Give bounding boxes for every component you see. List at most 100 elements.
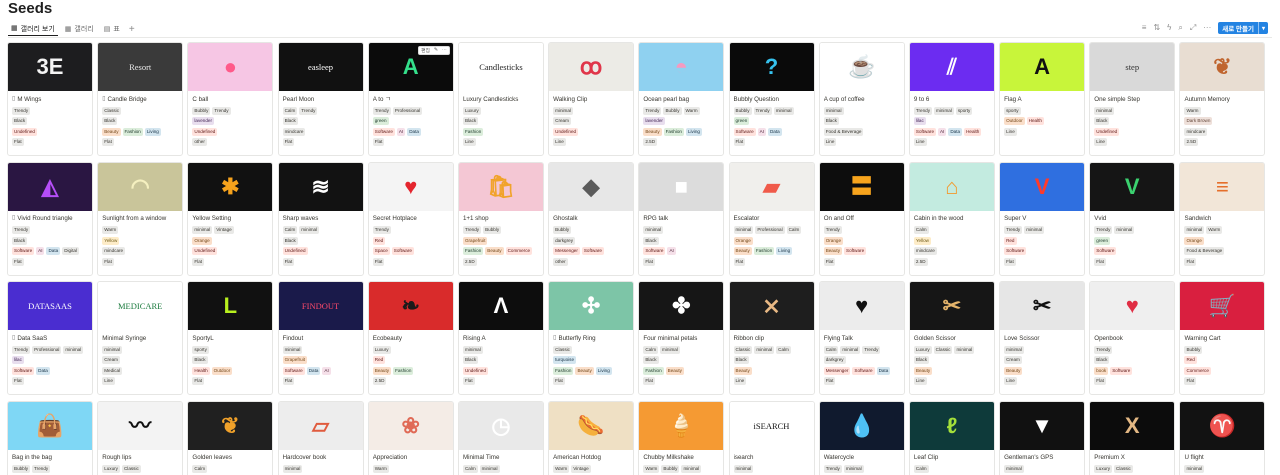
gallery-card[interactable]: ⨯ Ribbon clip Classic minimal Calm Black Beaut… (728, 281, 815, 395)
gallery-card[interactable]: Λ Rising A minimal Black Undefined Flat (457, 281, 544, 395)
gallery-card[interactable]: V Vvid Trendy minimal green Software Flat (1089, 161, 1176, 276)
document-icon: ▯ (12, 334, 16, 341)
gallery-card[interactable]: Candlesticks Luxury Candlesticks Luxury Bla… (457, 42, 544, 156)
gallery-card[interactable]: 🛍 1+1 shop Trendy Bubbly Grapefruit Fashion Be… (457, 161, 544, 276)
gallery-card[interactable]: ☕ A cup of coffee minimal Black Food & Bever… (818, 42, 905, 156)
gallery-card[interactable]: ⌂ Cabin in the wood Calm Yellow mindcare 2.5D (908, 161, 995, 276)
gallery-card[interactable]: ◓ Ocean pearl bag Trendy Bubbly Warm lavender… (638, 42, 725, 156)
tag-row: Dark Brown (1184, 117, 1260, 125)
gallery-card[interactable]: ◆ Ghostalk Bubbly darkgrey Messenger Software… (548, 161, 635, 276)
gallery-card[interactable]: 〓 On and Off Trendy Orange Beauty Software Fla… (818, 161, 905, 276)
tag: Trendy (862, 345, 881, 354)
tag: Trendy (462, 226, 482, 234)
gallery-card[interactable]: ● C ball Bubbly Trendy lavender Undefined othe… (187, 42, 274, 156)
gallery-card[interactable]: ꝏ Walking Clip minimal Cream Undefined Line (548, 42, 635, 156)
card-title: Yellow Setting (192, 214, 268, 224)
card-title-text: Hardcover book (282, 454, 327, 461)
tab-table[interactable]: ▤ 표 (101, 22, 123, 36)
card-title-text: A cup of coffee (823, 95, 865, 103)
search-icon[interactable]: ⌕ (1178, 24, 1182, 32)
thumbnail-logo: ✂ (942, 293, 962, 318)
gallery-card[interactable]: L SportyL sporty Black Health Outdoor Flat (187, 281, 274, 395)
card-thumbnail: ℓ (909, 401, 994, 450)
filter-icon[interactable]: ≡ (1142, 24, 1147, 32)
gallery-card[interactable]: ◠ Sunlight from a window Warm Yellow mindcar… (97, 161, 184, 276)
pencil-icon[interactable]: ✎ (432, 48, 440, 53)
gallery-card[interactable]: ♥ Flying Talk Calm minimal Trendy darkgrey Mes… (818, 281, 905, 395)
gallery-card[interactable]: X Premium X Luxury Classic (1089, 400, 1176, 475)
card-thumbnail: V (1090, 162, 1175, 211)
sort-icon[interactable]: ⇅ (1153, 24, 1160, 32)
card-title-text: Minimal Time (462, 454, 500, 461)
gallery-card[interactable]: ♥ Secret Hotplace Trendy Red Space Software Fl… (367, 161, 454, 276)
gallery-card[interactable]: ❀ Appreciation Warm (367, 400, 454, 475)
card-title: ▯ M Wings (12, 94, 88, 104)
tab-gallery[interactable]: ▦ 갤러리 (62, 22, 97, 36)
expand-icon[interactable]: ⤢ (1190, 24, 1196, 32)
gallery-card[interactable]: 💧 Watercycle Trendy minimal (818, 400, 905, 475)
gallery-card[interactable]: V Super V Trendy minimal Red Software Flat (999, 161, 1086, 276)
gallery-card[interactable]: FINDOUT Findout minimal Grapefruit Software D… (277, 281, 364, 395)
tag: Black (643, 236, 659, 245)
gallery-card[interactable]: MEDICARE Minimal Syringe minimal Cream Medic… (97, 281, 184, 395)
tag-row: Software AI Data Digital (12, 247, 88, 255)
gallery-card[interactable]: ⫽ 9 to 6 Trendy minimal sporty lilac Software A… (908, 42, 995, 156)
thumbnail-logo: MEDICARE (117, 301, 163, 311)
gallery-card[interactable]: step One simple Step minimal Black Undefined… (1089, 42, 1176, 156)
tag: Beauty (575, 366, 594, 375)
automation-icon[interactable]: ϟ (1167, 24, 1171, 32)
tag: Flat (102, 138, 114, 146)
gallery-card[interactable]: ❦ Autumn Memory Warm Dark Brown mindcare 2.5D (1179, 42, 1266, 156)
gallery-card[interactable]: ℓ Leaf Clip Calm (908, 400, 995, 475)
gallery-card[interactable]: 👜 Bag in the bag Bubbly Trendy (7, 400, 93, 475)
tag: AI (938, 127, 947, 136)
gallery-card[interactable]: A Flag A sporty Outdoor Health Line (999, 42, 1086, 156)
gallery-card[interactable]: ? Bubbly Question Bubbly Trendy minimal green… (728, 42, 815, 156)
card-thumbnail: L (188, 282, 273, 330)
add-view-icon[interactable]: + (127, 24, 137, 35)
more-icon[interactable]: ··· (1203, 24, 1211, 32)
tab-gallery-view[interactable]: ▦ 갤러리 보기 (8, 22, 58, 36)
tag-row: Flat (282, 377, 359, 385)
tag: Luxury (913, 345, 932, 354)
gallery-card[interactable]: ▼ Gentleman's GPS minimal (999, 400, 1086, 475)
edit-button[interactable]: 편집 (419, 47, 432, 54)
gallery-card[interactable]: ≋ Sharp waves Calm minimal Black Undefined Fla… (277, 161, 364, 276)
gallery-card[interactable]: ❦ Golden leaves Calm (187, 400, 274, 475)
tag: AI (396, 127, 406, 136)
gallery-card[interactable]: A 편집 ✎ ··· A to ㄱ Trendy Professional green Soft… (367, 42, 454, 156)
tag: minimal (1114, 226, 1135, 234)
card-properties: Sharp waves Calm minimal Black Undefined Flat (279, 211, 363, 266)
gallery-card[interactable]: ❧ Ecobeauty Luxury Red Beauty Fashion 2.5D (367, 281, 454, 395)
gallery-card[interactable]: ✂ Golden Scissor Luxury Classic minimal Black… (908, 281, 995, 395)
gallery-card[interactable]: ▰ Escalator minimal Professional Calm Orange B… (728, 161, 815, 276)
gallery-card[interactable]: ≡ Sandwich minimal Warm Orange Food & Beverag… (1179, 161, 1266, 276)
gallery-card[interactable]: ♈ U flight minimal (1179, 400, 1266, 475)
gallery-card[interactable]: ✱ Yellow Setting minimal Vintage Orange Undef… (187, 161, 274, 276)
gallery-card[interactable]: 〰 Rough lips Luxury Classic (97, 400, 184, 475)
gallery-card[interactable]: ✤ Four minimal petals Calm minimal Black Fash… (638, 281, 725, 395)
gallery-card[interactable]: ◷ Minimal Time Calm minimal (457, 400, 544, 475)
gallery-card[interactable]: 🌭 American Hotdog Warm Vintage (548, 400, 635, 475)
gallery-card[interactable]: ◭ ▯ Vivid Round triangle Trendy Black Softwar… (7, 161, 93, 276)
new-button[interactable]: 새로 만들기 ▾ (1218, 22, 1268, 34)
thumbnail-logo: ? (764, 54, 779, 79)
gallery-card[interactable]: easleep Pearl Moon Calm Trendy Black mindcare… (277, 42, 364, 156)
gallery-card[interactable]: ■ RPG talk minimal Black Software AI Flat (638, 161, 725, 276)
tag: Black (12, 117, 28, 125)
gallery-card[interactable]: ▱ Hardcover book minimal (277, 400, 364, 475)
gallery-card[interactable]: 🛒 Warning Cart Bubbly Red Commerce Flat (1179, 281, 1266, 395)
gallery-card[interactable]: ✣ ▯ Butterfly Ring Classic turquoise Fashion B… (548, 281, 635, 395)
more-icon[interactable]: ··· (440, 48, 449, 53)
card-title-text: Escalator (733, 215, 760, 222)
tag: Flat (192, 257, 205, 266)
gallery-card[interactable]: 3E ▯ M Wings Trendy Black Undefined Flat (7, 42, 93, 156)
gallery-card[interactable]: ♥ Openbook Trendy Black book Software Flat (1089, 281, 1176, 395)
card-properties: American Hotdog Warm Vintage (549, 450, 633, 473)
gallery-card[interactable]: iSEARCH isearch minimal (728, 400, 815, 475)
chevron-down-icon[interactable]: ▾ (1257, 22, 1268, 34)
gallery-card[interactable]: ✂ Love Scissor minimal Cream Beauty Line (999, 281, 1086, 395)
gallery-card[interactable]: Resort ▯ Candle Bridge Classic Black Beauty Fa… (97, 42, 184, 156)
gallery-card[interactable]: DATASAAS ▯ Data SaaS Trendy Professional mini… (7, 281, 93, 395)
gallery-card[interactable]: 🍦 Chubby Milkshake Warm Bubbly minimal (638, 400, 725, 475)
